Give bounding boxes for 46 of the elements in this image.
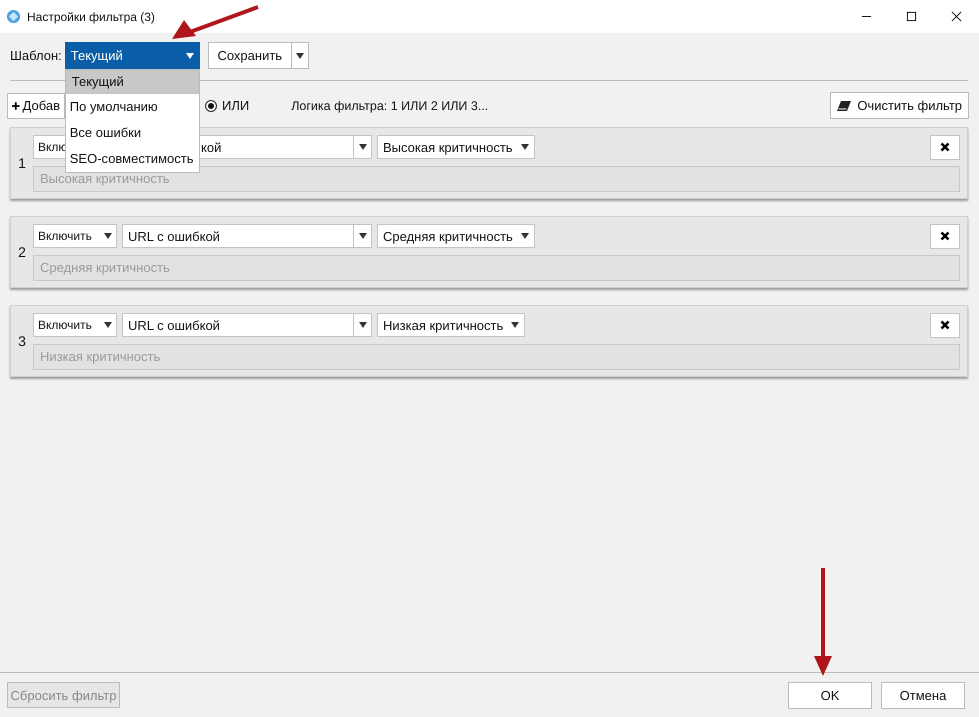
template-dropdown[interactable]: Текущий — [64, 42, 200, 69]
save-button[interactable]: Сохранить — [208, 42, 292, 69]
caret-icon — [358, 322, 366, 328]
app-logo-icon — [6, 9, 21, 24]
delete-rule-button[interactable] — [930, 312, 960, 338]
clear-filter-button[interactable]: Очистить фильтр — [830, 92, 969, 119]
window-title: Настройки фильтра (3) — [27, 10, 155, 24]
rule-number: 3 — [17, 333, 27, 349]
caret-icon — [186, 52, 194, 58]
mode-dropdown[interactable]: Включить — [33, 313, 117, 337]
caret-icon — [104, 322, 112, 328]
delete-rule-button[interactable] — [930, 224, 960, 248]
template-label: Шаблон: — [10, 48, 62, 63]
cancel-button[interactable]: Отмена — [881, 682, 965, 708]
radio-label: ИЛИ — [222, 98, 250, 113]
save-menu-button[interactable] — [292, 42, 309, 69]
filter-logic-text: Логика фильтра: 1 ИЛИ 2 ИЛИ 3... — [291, 98, 488, 112]
value-field[interactable]: Низкая критичность — [33, 344, 960, 370]
close-icon — [940, 320, 950, 330]
caret-icon — [511, 322, 520, 328]
delete-rule-button[interactable] — [930, 134, 960, 160]
close-icon — [940, 142, 950, 152]
caret-icon — [358, 233, 366, 239]
menu-item[interactable]: По умолчанию — [66, 94, 199, 120]
menu-item[interactable]: Текущий — [66, 70, 199, 94]
caret-icon — [296, 52, 304, 58]
field-dropdown[interactable]: URL с ошибкой — [122, 224, 372, 248]
field-dropdown[interactable]: URL с ошибкой — [122, 313, 372, 337]
add-button[interactable]: Добав — [7, 92, 65, 118]
caret-icon — [520, 144, 529, 150]
plus-icon — [12, 100, 20, 110]
caret-icon — [358, 144, 366, 150]
severity-dropdown[interactable]: Низкая критичность — [377, 313, 526, 337]
rule-number: 2 — [17, 244, 27, 260]
caret-icon — [520, 233, 529, 239]
close-icon — [940, 231, 950, 241]
radio-button[interactable] — [205, 100, 217, 112]
rule-number: 1 — [17, 155, 27, 171]
ok-button[interactable]: OK — [788, 682, 872, 708]
eraser-icon — [837, 100, 852, 110]
severity-dropdown[interactable]: Средняя критичность — [377, 224, 535, 248]
value-field[interactable]: Средняя критичность — [33, 254, 960, 280]
caret-icon — [104, 233, 112, 239]
severity-dropdown[interactable]: Высокая критичность — [377, 135, 535, 159]
value-field[interactable]: Высокая критичность — [33, 166, 960, 192]
mode-dropdown[interactable]: Включить — [33, 224, 117, 248]
